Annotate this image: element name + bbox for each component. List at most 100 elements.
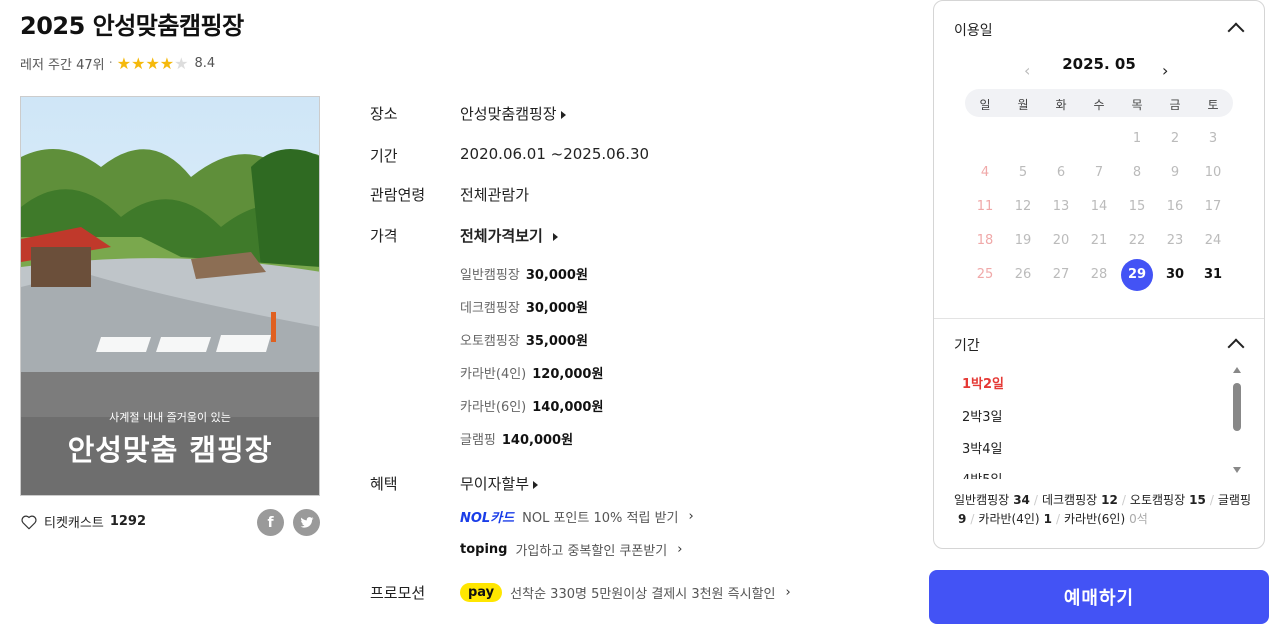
weekday-label: 일: [979, 98, 991, 112]
price-item: 카라반(6인) 140,000원: [460, 396, 603, 415]
calendar-day: 9: [1170, 165, 1180, 180]
price-item: 일반캠핑장 30,000원: [460, 264, 588, 283]
star-filled-icon: ★: [145, 53, 160, 73]
period-value: 2020.06.01 ~2025.06.30: [460, 145, 650, 163]
calendar-day: 12: [1014, 199, 1032, 214]
separator-dot: ·: [108, 56, 113, 71]
calendar-day: 25: [976, 267, 994, 282]
weekday-label: 수: [1093, 98, 1105, 112]
all-prices-link[interactable]: 전체가격보기: [460, 225, 558, 246]
date-section-title: 이용일: [954, 23, 993, 39]
calendar-day: 26: [1014, 267, 1032, 282]
toping-benefit-text: 가입하고 중복할인 쿠폰받기: [515, 544, 668, 559]
calendar-day: 15: [1128, 199, 1146, 214]
duration-option[interactable]: 1박2일: [962, 373, 1004, 392]
divider: [934, 318, 1264, 319]
duration-option[interactable]: 4박5일: [962, 469, 1002, 479]
calendar-day: 14: [1090, 199, 1108, 214]
calendar-month: 2025. 05: [1062, 55, 1136, 73]
nol-benefit-text: NOL 포인트 10% 적립 받기: [522, 511, 679, 526]
calendar-day: 16: [1166, 199, 1184, 214]
calendar-day: 11: [976, 199, 994, 214]
seat-name: 일반캠핑장: [954, 493, 1010, 507]
facebook-share-button[interactable]: f: [257, 509, 284, 536]
promo-link[interactable]: pay 선착순 330명 5만원이상 결제시 3천원 즉시할인 ›: [460, 582, 791, 603]
separator: /: [1055, 512, 1060, 526]
price-item: 데크캠핑장 30,000원: [460, 297, 588, 316]
seat-item: 데크캠핑장 12: [1042, 493, 1118, 507]
seat-count: 0석: [1129, 512, 1148, 526]
like-count: 1292: [109, 514, 146, 529]
seat-name: 카라반(4인): [978, 512, 1040, 526]
seat-count: 1: [1043, 512, 1052, 526]
collapse-duration-icon[interactable]: [1227, 338, 1245, 356]
benefit-label: 혜택: [370, 475, 398, 493]
price-name: 카라반(4인): [460, 367, 527, 382]
price-amount: 140,000원: [532, 400, 604, 415]
calendar-day: 17: [1204, 199, 1222, 214]
caret-right-icon: [533, 480, 539, 489]
price-amount: 140,000원: [501, 433, 574, 448]
collapse-date-icon[interactable]: [1227, 22, 1245, 40]
seat-item: 일반캠핑장 34: [954, 493, 1030, 507]
facebook-icon: f: [267, 514, 274, 531]
star-filled-icon: ★: [131, 53, 146, 73]
nol-benefit-link[interactable]: NOL카드 NOL 포인트 10% 적립 받기 ›: [460, 507, 694, 526]
separator: /: [1209, 493, 1214, 507]
next-month-icon[interactable]: ›: [1162, 61, 1168, 80]
price-amount: 30,000원: [525, 301, 588, 316]
scroll-up-icon[interactable]: [1233, 367, 1241, 373]
calendar-day: 24: [1204, 233, 1222, 248]
seat-count: 34: [1013, 493, 1030, 507]
seat-item: 카라반(6인) 0석: [1064, 512, 1148, 526]
price-name: 일반캠핑장: [460, 268, 520, 283]
book-button[interactable]: 예매하기: [929, 570, 1269, 624]
scroll-down-icon[interactable]: [1233, 467, 1241, 473]
separator: /: [1121, 493, 1126, 507]
duration-scrollbar[interactable]: [1231, 367, 1243, 477]
calendar-day: 20: [1052, 233, 1070, 248]
calendar-day: 5: [1018, 165, 1028, 180]
calendar-day: 23: [1166, 233, 1184, 248]
benefit-value: 무이자할부: [460, 475, 530, 493]
calendar-day: 7: [1094, 165, 1104, 180]
seat-count: 15: [1189, 493, 1206, 507]
duration-option[interactable]: 3박4일: [962, 438, 1002, 457]
age-value: 전체관람가: [460, 186, 530, 204]
star-filled-icon: ★: [159, 53, 175, 73]
promo-label: 프로모션: [370, 584, 426, 602]
calendar-day[interactable]: 30: [1159, 259, 1191, 291]
price-item: 글램핑 140,000원: [460, 429, 573, 448]
calendar-day[interactable]: 31: [1197, 259, 1229, 291]
duration-option[interactable]: 2박3일: [962, 406, 1002, 425]
weekday-label: 금: [1169, 98, 1181, 112]
calendar-day-selected[interactable]: 29: [1121, 259, 1153, 291]
calendar-day: 2: [1170, 131, 1180, 146]
poster-image: 사계절 내내 즐거움이 있는 안성맞춤 캠핑장: [20, 96, 320, 496]
heart-icon: [21, 515, 37, 529]
chevron-right-icon: ›: [785, 585, 791, 600]
nol-card-logo: NOL카드: [460, 511, 515, 526]
price-item: 카라반(4인) 120,000원: [460, 363, 603, 382]
star-rating: ★ ★ ★ ★ ★: [117, 53, 189, 73]
like-label: 티켓캐스트: [44, 516, 104, 531]
installment-link[interactable]: 무이자할부: [460, 473, 539, 494]
chevron-right-icon: ›: [688, 509, 694, 524]
weekday-label: 토: [1207, 98, 1219, 112]
price-name: 데크캠핑장: [460, 301, 520, 316]
twitter-share-button[interactable]: [293, 509, 320, 536]
price-name: 글램핑: [460, 433, 496, 448]
place-value: 안성맞춤캠핑장: [460, 105, 557, 123]
weekday-label: 화: [1055, 98, 1067, 112]
scroll-thumb[interactable]: [1233, 383, 1241, 431]
like-button[interactable]: 티켓캐스트 1292: [20, 512, 146, 531]
calendar-day: 19: [1014, 233, 1032, 248]
place-link[interactable]: 안성맞춤캠핑장: [460, 103, 566, 124]
promo-row: 프로모션 pay 선착순 330명 5만원이상 결제시 3천원 즉시할인 ›: [370, 582, 791, 603]
toping-benefit-link[interactable]: toping 가입하고 중복할인 쿠폰받기 ›: [460, 540, 682, 559]
star-empty-icon: ★: [174, 53, 189, 73]
poster-title: 안성맞춤 캠핑장: [67, 433, 273, 467]
price-name: 오토캠핑장: [460, 334, 520, 349]
seat-item: 카라반(4인) 1: [978, 512, 1052, 526]
ranking-text: 레저 주간 47위: [20, 58, 105, 73]
